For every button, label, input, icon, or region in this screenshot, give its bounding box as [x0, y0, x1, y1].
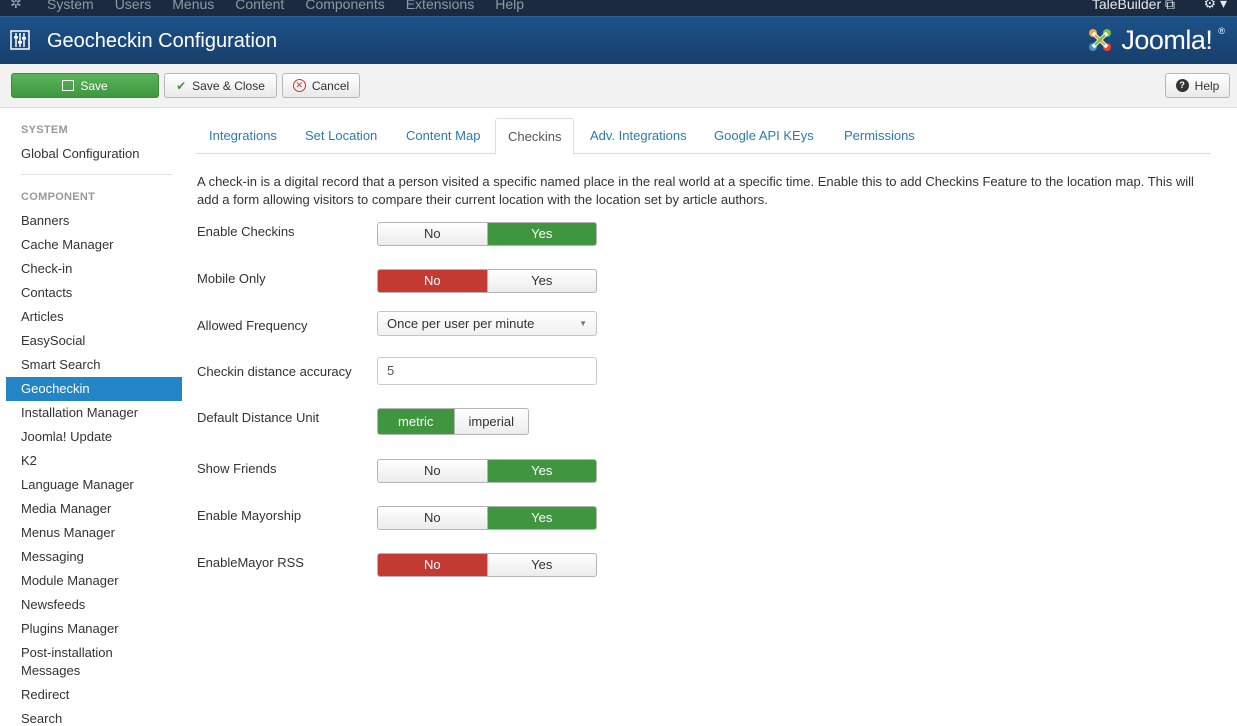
allowed-frequency-select[interactable]: Once per user per minute ▼: [377, 311, 597, 336]
toolbar: Save ✔ Save & Close ✕ Cancel ? Help: [0, 64, 1237, 108]
menu-help[interactable]: Help: [495, 0, 524, 12]
enable-mayorship-label: Enable Mayorship: [197, 508, 302, 523]
sidebar-item-articles[interactable]: Articles: [6, 305, 182, 329]
enable-checkins-label: Enable Checkins: [197, 224, 295, 239]
enable-mayorship-yes[interactable]: Yes: [486, 507, 596, 529]
checkins-description: A check-in is a digital record that a pe…: [197, 174, 1194, 207]
sidebar-item-messaging[interactable]: Messaging: [6, 545, 182, 569]
save-button[interactable]: Save: [11, 73, 159, 98]
help-label: Help: [1194, 78, 1220, 93]
sidebar-item-check-in[interactable]: Check-in: [6, 257, 182, 281]
save-close-label: Save & Close: [192, 78, 265, 93]
cancel-label: Cancel: [311, 78, 350, 93]
menu-components[interactable]: Components: [305, 0, 384, 12]
joomla-logo-text: Joomla!: [1121, 24, 1213, 55]
joomla-logo-icon: [1089, 29, 1112, 51]
page-title: Geocheckin Configuration: [47, 30, 278, 52]
menu-system[interactable]: System: [47, 0, 94, 12]
config-tabs: Integrations Set Location Content Map Ch…: [196, 118, 1211, 155]
mobile-only-no[interactable]: No: [378, 270, 487, 292]
sidebar-item-media-manager[interactable]: Media Manager: [6, 497, 182, 521]
enable-mayor-rss-yes[interactable]: Yes: [486, 554, 597, 576]
sidebar-item-module-manager[interactable]: Module Manager: [6, 569, 182, 593]
sidebar-heading-system: SYSTEM: [21, 124, 69, 136]
allowed-frequency-label: Allowed Frequency: [197, 318, 308, 333]
save-close-button[interactable]: ✔ Save & Close: [164, 73, 277, 98]
sidebar: SYSTEM Global Configuration COMPONENT Ba…: [6, 108, 182, 726]
distance-unit-imperial[interactable]: imperial: [453, 409, 529, 434]
show-friends-no[interactable]: No: [378, 460, 487, 482]
enable-mayorship-no[interactable]: No: [378, 507, 487, 529]
joomla-menu-icon[interactable]: ✲: [10, 0, 22, 12]
mobile-only-label: Mobile Only: [197, 271, 266, 286]
options-icon: [10, 30, 30, 50]
menu-users[interactable]: Users: [115, 0, 152, 12]
tab-permissions[interactable]: Permissions: [832, 118, 927, 154]
registered-mark: ®: [1218, 26, 1225, 36]
sidebar-item-newsfeeds[interactable]: Newsfeeds: [6, 593, 182, 617]
tab-adv-integrations[interactable]: Adv. Integrations: [578, 118, 699, 154]
sidebar-item-contacts[interactable]: Contacts: [6, 281, 182, 305]
sidebar-item-language-manager[interactable]: Language Manager: [6, 473, 182, 497]
sidebar-item-geocheckin[interactable]: Geocheckin: [6, 377, 182, 401]
show-friends-yes[interactable]: Yes: [486, 460, 596, 482]
allowed-frequency-value: Once per user per minute: [387, 316, 535, 331]
question-icon: ?: [1175, 79, 1189, 92]
sidebar-heading-component: COMPONENT: [21, 191, 96, 203]
enable-mayorship-toggle: No Yes: [377, 506, 597, 530]
distance-unit-toggle: metric imperial: [377, 408, 529, 435]
save-icon: [62, 80, 75, 91]
menu-extensions[interactable]: Extensions: [406, 0, 474, 12]
menu-content[interactable]: Content: [235, 0, 284, 12]
admin-menu: System Users Menus Content Components Ex…: [47, 0, 524, 12]
distance-unit-label: Default Distance Unit: [197, 410, 320, 425]
sidebar-item-easysocial[interactable]: EasySocial: [6, 329, 182, 353]
enable-mayor-rss-toggle: No Yes: [377, 553, 597, 577]
checkmark-icon: ✔: [176, 78, 187, 93]
tab-google-api-keys[interactable]: Google API KEys: [702, 118, 826, 154]
joomla-logo: Joomla! ®: [1085, 23, 1225, 57]
tab-set-location[interactable]: Set Location: [293, 118, 389, 154]
sidebar-item-plugins-manager[interactable]: Plugins Manager: [6, 617, 182, 641]
chevron-down-icon: ▼: [579, 319, 587, 328]
tab-content-map[interactable]: Content Map: [394, 118, 492, 154]
distance-accuracy-input[interactable]: 5: [377, 357, 597, 385]
admin-menubar: ✲ System Users Menus Content Components …: [0, 0, 1237, 16]
distance-unit-metric[interactable]: metric: [378, 409, 454, 434]
mobile-only-yes[interactable]: Yes: [486, 270, 597, 292]
sidebar-item-k2[interactable]: K2: [6, 449, 182, 473]
sidebar-divider: [21, 174, 172, 175]
cancel-button[interactable]: ✕ Cancel: [282, 73, 360, 98]
sidebar-item-cache-manager[interactable]: Cache Manager: [6, 233, 182, 257]
enable-checkins-toggle: No Yes: [377, 222, 597, 246]
enable-checkins-yes[interactable]: Yes: [486, 223, 596, 245]
distance-accuracy-label: Checkin distance accuracy: [197, 364, 352, 379]
show-friends-toggle: No Yes: [377, 459, 597, 483]
sidebar-item-global-configuration[interactable]: Global Configuration: [6, 142, 182, 166]
sidebar-item-banners[interactable]: Banners: [6, 209, 182, 233]
sidebar-item-smart-search[interactable]: Smart Search: [6, 353, 182, 377]
enable-mayor-rss-no[interactable]: No: [378, 554, 487, 576]
sidebar-item-search[interactable]: Search: [6, 707, 182, 726]
enable-mayor-rss-label: EnableMayor RSS: [197, 555, 304, 570]
tab-integrations[interactable]: Integrations: [197, 118, 289, 154]
user-settings-gear-icon[interactable]: ⚙ ▾: [1204, 0, 1227, 12]
tab-checkins[interactable]: Checkins: [495, 118, 575, 155]
show-friends-label: Show Friends: [197, 461, 277, 476]
sidebar-item-redirect[interactable]: Redirect: [6, 683, 182, 707]
help-button[interactable]: ? Help: [1165, 73, 1230, 98]
cancel-circle-icon: ✕: [292, 79, 306, 92]
sidebar-item-joomla-update[interactable]: Joomla! Update: [6, 425, 182, 449]
menu-menus[interactable]: Menus: [172, 0, 214, 12]
enable-checkins-no[interactable]: No: [378, 223, 487, 245]
page-header: Geocheckin Configuration Joomla! ®: [0, 16, 1237, 64]
save-label: Save: [80, 78, 108, 93]
sidebar-item-menus-manager[interactable]: Menus Manager: [6, 521, 182, 545]
mobile-only-toggle: No Yes: [377, 269, 597, 293]
sidebar-item-post-installation-messages[interactable]: Post-installation Messages: [6, 641, 126, 681]
sidebar-item-installation-manager[interactable]: Installation Manager: [6, 401, 182, 425]
site-link[interactable]: TaleBuilder ⧉: [1092, 0, 1175, 13]
